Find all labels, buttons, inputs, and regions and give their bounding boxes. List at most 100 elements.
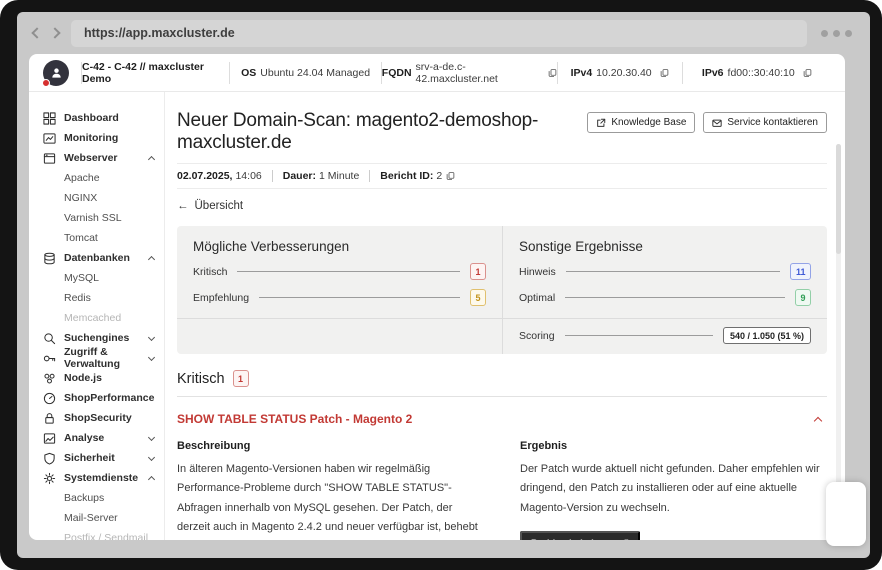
- sidebar-item-tomcat[interactable]: Tomcat: [43, 228, 154, 248]
- sidebar-item-apache[interactable]: Apache: [43, 168, 154, 188]
- knowledge-base-button[interactable]: Knowledge Base: [587, 112, 696, 133]
- browser-menu-icon[interactable]: [815, 29, 858, 37]
- finding-description-column: Beschreibung In älteren Magento-Versione…: [177, 440, 484, 540]
- ipv4-label: IPv4: [570, 66, 593, 79]
- back-to-overview-link[interactable]: ← Übersicht: [177, 200, 243, 212]
- content-scrollbar[interactable]: [836, 144, 841, 532]
- sidebar-sublabel: MySQL: [64, 272, 100, 284]
- finding-accordion-header[interactable]: SHOW TABLE STATUS Patch - Magento 2: [177, 412, 827, 426]
- row-label: Scoring: [519, 329, 555, 342]
- sidebar-item-webserver[interactable]: Webserver: [43, 148, 156, 168]
- description-text: In älteren Magento-Versionen haben wir r…: [177, 463, 478, 533]
- browser-back-icon[interactable]: [31, 27, 43, 39]
- chart-image-icon: [43, 432, 56, 445]
- browser-chrome: https://app.maxcluster.de: [17, 12, 870, 54]
- scrollbar-thumb[interactable]: [836, 144, 841, 254]
- notification-dot: [42, 78, 50, 87]
- button-label: Knowledge Base: [611, 117, 687, 128]
- app-card: C-42 - C-42 // maxcluster Demo OS Ubuntu…: [29, 54, 845, 540]
- search-icon: [43, 332, 56, 345]
- results-title: Sonstige Ergebnisse: [519, 239, 643, 254]
- sidebar-item-suchengines[interactable]: Suchengines: [43, 328, 156, 348]
- row-label: Empfehlung: [193, 291, 250, 304]
- chevron-down-icon: [147, 333, 156, 341]
- url-bar[interactable]: https://app.maxcluster.de: [71, 19, 807, 47]
- sidebar-item-shopperformance[interactable]: ShopPerformance: [43, 388, 154, 408]
- server-name-cell: C-42 - C-42 // maxcluster Demo: [81, 61, 229, 85]
- sidebar-sublabel: Varnish SSL: [64, 212, 122, 224]
- row-label: Optimal: [519, 291, 556, 304]
- chevron-up-icon: [147, 255, 156, 263]
- sidebar-item-sicherheit[interactable]: Sicherheit: [43, 448, 156, 468]
- report-id-label: Bericht ID:: [380, 170, 434, 182]
- sidebar-item-analyse[interactable]: Analyse: [43, 428, 156, 448]
- sidebar-item-backups[interactable]: Backups: [43, 488, 154, 508]
- empfehlung-count-badge: 5: [469, 289, 486, 306]
- leader-line: [565, 297, 785, 298]
- sidebar-item-mysql[interactable]: MySQL: [43, 268, 154, 288]
- sidebar-item-redis[interactable]: Redis: [43, 288, 154, 308]
- sidebar-item-memcached[interactable]: Memcached: [43, 308, 154, 328]
- sidebar-label: ShopSecurity: [64, 412, 132, 424]
- server-info-bar: C-42 - C-42 // maxcluster Demo OS Ubuntu…: [29, 54, 845, 92]
- url-text: https://app.maxcluster.de: [84, 26, 235, 40]
- sidebar-item-nginx[interactable]: NGINX: [43, 188, 154, 208]
- scan-date: 02.07.2025,: [177, 170, 233, 182]
- back-label: Übersicht: [194, 200, 244, 212]
- finding-result-column: Ergebnis Der Patch wurde aktuell nicht g…: [520, 440, 827, 540]
- sidebar-label: Sicherheit: [64, 452, 115, 464]
- ipv6-label: IPv6: [701, 66, 724, 79]
- sidebar-item-postfix-sendmail[interactable]: Postfix / Sendmail: [43, 528, 154, 540]
- duration-value: 1 Minute: [319, 170, 360, 182]
- external-link-icon: [597, 118, 606, 127]
- sidebar-item-systemdienste[interactable]: Systemdienste: [43, 468, 156, 488]
- sidebar-sublabel: Apache: [64, 172, 100, 184]
- fqdn-label: FQDN: [381, 66, 412, 79]
- sidebar-sublabel: Postfix / Sendmail: [64, 532, 149, 540]
- sidebar-item-nodejs[interactable]: Node.js: [43, 368, 154, 388]
- fqdn-value: srv-a-de.c-42.maxcluster.net: [415, 60, 498, 85]
- chevron-up-icon: [147, 155, 156, 163]
- person-icon: [51, 68, 61, 78]
- button-label: Service kontaktieren: [727, 117, 818, 128]
- service-contact-button[interactable]: Service kontaktieren: [703, 112, 827, 133]
- browser-forward-icon[interactable]: [49, 27, 61, 39]
- sidebar-item-datenbanken[interactable]: Datenbanken: [43, 248, 156, 268]
- ipv4-cell: IPv4 10.20.30.40: [556, 61, 682, 84]
- section-title: Kritisch: [177, 370, 225, 387]
- sidebar-label: Webserver: [64, 152, 118, 164]
- sidebar-item-mail-server[interactable]: Mail-Server: [43, 508, 154, 528]
- ipv6-value: fd00::30:40:10: [727, 66, 795, 79]
- chevron-down-icon: [147, 353, 156, 361]
- scan-summary-panel: Mögliche Verbesserungen Kritisch 1 Empfe…: [177, 226, 827, 354]
- report-id-value: 2: [436, 170, 443, 182]
- copy-ipv4-icon[interactable]: [660, 68, 669, 78]
- device-frame: https://app.maxcluster.de C-42 - C-42 //…: [0, 0, 882, 570]
- page-title: Neuer Domain-Scan: magento2-demoshop-max…: [177, 110, 539, 153]
- summary-row-hinweis: Hinweis 11: [519, 263, 811, 280]
- result-heading: Ergebnis: [520, 440, 568, 452]
- copy-report-id-icon[interactable]: [446, 171, 455, 181]
- sidebar: Dashboard Monitoring Webserver Apache NG…: [29, 92, 165, 540]
- sidebar-item-dashboard[interactable]: Dashboard: [43, 108, 154, 128]
- copy-fqdn-icon[interactable]: [548, 68, 557, 78]
- copy-ipv6-icon[interactable]: [803, 68, 812, 78]
- sidebar-item-varnish-ssl[interactable]: Varnish SSL: [43, 208, 154, 228]
- floating-widget[interactable]: [826, 482, 866, 546]
- user-avatar[interactable]: [42, 59, 69, 87]
- leader-line: [565, 271, 781, 272]
- sidebar-item-monitoring[interactable]: Monitoring: [43, 128, 154, 148]
- finding-title: SHOW TABLE STATUS Patch - Magento 2: [177, 412, 413, 426]
- envelope-icon: [712, 119, 723, 127]
- sidebar-item-zugriff-verwaltung[interactable]: Zugriff & Verwaltung: [43, 346, 156, 370]
- leader-line: [564, 335, 713, 336]
- sidebar-label: Datenbanken: [64, 252, 130, 264]
- ipv6-cell: IPv6 fd00::30:40:10: [681, 61, 831, 84]
- back-arrow-icon: ←: [177, 200, 189, 212]
- database-icon: [43, 252, 56, 265]
- sidebar-item-shopsecurity[interactable]: ShopSecurity: [43, 408, 154, 428]
- sidebar-sublabel: NGINX: [64, 192, 98, 204]
- problem-fix-button[interactable]: Problembehebung: [520, 530, 641, 540]
- button-label: Problembehebung: [531, 538, 614, 540]
- key-icon: [43, 352, 56, 365]
